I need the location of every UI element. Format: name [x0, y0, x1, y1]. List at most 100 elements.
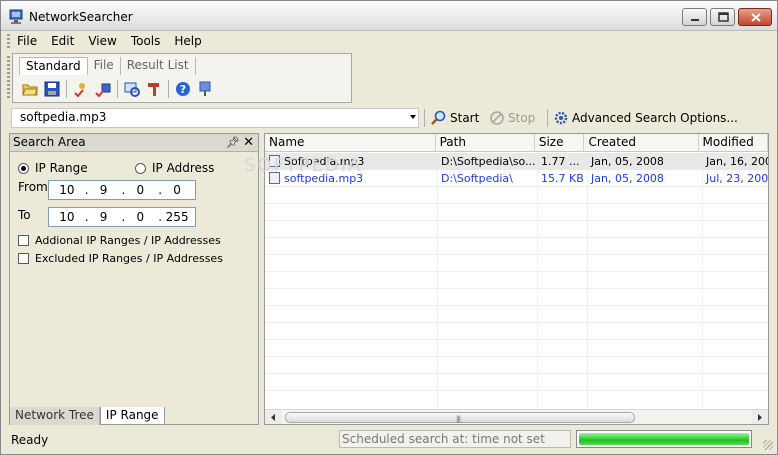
to-ip-octet-2[interactable]: 9: [86, 210, 122, 224]
scroll-right-button[interactable]: [752, 410, 768, 424]
excluded-ranges-check[interactable]: Excluded IP Ranges / IP Addresses: [18, 252, 223, 265]
column-path[interactable]: Path: [436, 134, 535, 152]
toolbar-grip[interactable]: [7, 56, 10, 100]
status-text: Ready: [11, 433, 49, 447]
radio-ip-range-button[interactable]: [18, 162, 29, 174]
column-name[interactable]: Name: [265, 134, 436, 152]
window-title: NetworkSearcher: [29, 10, 133, 24]
results-header: Name Path Size Created Modified: [265, 134, 768, 152]
menu-file[interactable]: File: [11, 32, 45, 50]
to-label: To: [18, 208, 31, 222]
hammer-icon: [148, 83, 159, 96]
tab-file[interactable]: File: [88, 57, 121, 75]
scheduled-search-field: Scheduled search at: time not set: [339, 430, 571, 448]
toolbar-buttons: ?: [19, 78, 216, 100]
menu-help[interactable]: Help: [168, 32, 209, 50]
from-ip-field[interactable]: 10. 9. 0. 0: [48, 180, 196, 200]
row-modified: Jan, 16, 2007: [706, 155, 768, 168]
search-row: softpedia.mp3 Start Stop Advanced Search…: [11, 106, 769, 130]
from-ip-octet-1[interactable]: 10: [49, 183, 85, 197]
maximize-button[interactable]: [710, 8, 735, 26]
from-label: From: [18, 180, 48, 194]
menu-view[interactable]: View: [82, 32, 124, 50]
results-list: Name Path Size Created Modified Softpedi…: [264, 133, 769, 425]
from-ip-octet-3[interactable]: 0: [123, 183, 159, 197]
row-path: D:\Softpedia\: [441, 172, 513, 185]
to-ip-octet-3[interactable]: 0: [123, 210, 159, 224]
row-name: softpedia.mp3: [284, 172, 364, 185]
chevron-left-icon: [271, 414, 275, 421]
from-ip-octet-4[interactable]: 0: [159, 183, 195, 197]
status-bar: Ready Scheduled search at: time not set: [1, 427, 777, 454]
scrollbar-thumb[interactable]: |||: [285, 412, 635, 423]
save-icon: [44, 81, 60, 97]
search-input[interactable]: softpedia.mp3: [11, 108, 419, 128]
column-created[interactable]: Created: [584, 134, 699, 152]
search-query: softpedia.mp3: [20, 110, 107, 124]
app-window: NetworkSearcher File Edit View Tools Hel…: [0, 0, 778, 455]
search-area-panel: Search Area 📌︎ ✕ IP Range IP Address Fro…: [9, 133, 259, 425]
close-button[interactable]: [738, 8, 772, 26]
tab-result-list[interactable]: Result List: [121, 57, 196, 75]
progress-fill: [579, 433, 749, 445]
toolbar-separator: [117, 80, 118, 98]
to-ip-octet-4[interactable]: 255: [159, 210, 195, 224]
tab-network-tree[interactable]: Network Tree: [10, 407, 100, 425]
column-modified[interactable]: Modified: [699, 134, 768, 152]
toolbar-panel: Standard File Result List ?: [12, 53, 352, 103]
tools-button[interactable]: [143, 78, 165, 100]
menu-bar: File Edit View Tools Help: [11, 32, 210, 52]
additional-ranges-checkbox[interactable]: [18, 235, 29, 246]
menubar-grip[interactable]: [7, 34, 10, 50]
radio-ip-address[interactable]: IP Address: [135, 161, 214, 175]
pin-button[interactable]: [194, 78, 216, 100]
open-button[interactable]: [19, 78, 41, 100]
pin-icon: [199, 81, 211, 96]
from-ip-octet-2[interactable]: 9: [86, 183, 122, 197]
minimize-button[interactable]: [682, 8, 707, 26]
search-area-tabs: Network Tree IP Range: [10, 407, 165, 425]
excluded-ranges-label: Excluded IP Ranges / IP Addresses: [35, 252, 223, 265]
radio-ip-range[interactable]: IP Range: [18, 161, 88, 175]
additional-ranges-check[interactable]: Addional IP Ranges / IP Addresses: [18, 234, 221, 247]
menu-edit[interactable]: Edit: [45, 32, 82, 50]
tab-ip-range[interactable]: IP Range: [99, 407, 165, 425]
save-button[interactable]: [41, 78, 63, 100]
table-row[interactable]: softpedia.mp3 D:\Softpedia\ 15.7 KB Jan,…: [265, 170, 768, 187]
start-button[interactable]: Start: [431, 108, 479, 128]
table-row[interactable]: Softpedia.mp3 D:\Softpedia\so... 1.77 ..…: [265, 153, 768, 170]
check-users-button[interactable]: [70, 78, 92, 100]
horizontal-scrollbar[interactable]: |||: [265, 409, 768, 424]
file-icon: [269, 172, 280, 184]
app-icon: [9, 9, 23, 24]
search-area-title: Search Area: [13, 135, 86, 149]
menu-tools[interactable]: Tools: [125, 32, 169, 50]
column-size[interactable]: Size: [535, 134, 585, 152]
chevron-down-icon[interactable]: [410, 115, 416, 119]
open-folder-icon: [22, 84, 38, 96]
row-modified: Jul, 23, 2007: [706, 172, 768, 185]
close-panel-icon[interactable]: ✕: [243, 135, 254, 150]
progress-bar: [576, 430, 752, 448]
gear-icon: [554, 111, 568, 125]
tab-standard[interactable]: Standard: [19, 57, 88, 75]
svg-text:?: ?: [180, 83, 186, 96]
radio-ip-address-button[interactable]: [135, 162, 146, 174]
advanced-search-button[interactable]: Advanced Search Options...: [553, 108, 738, 128]
export-users-button[interactable]: [92, 78, 114, 100]
search-separator: [424, 109, 425, 127]
to-ip-octet-1[interactable]: 10: [49, 210, 85, 224]
search-area-header: Search Area 📌︎ ✕: [10, 134, 258, 152]
additional-ranges-label: Addional IP Ranges / IP Addresses: [35, 234, 221, 247]
refresh-scan-button[interactable]: [121, 78, 143, 100]
check-users-icon: [74, 83, 85, 97]
scroll-left-button[interactable]: [265, 410, 281, 424]
pin-panel-icon[interactable]: 📌︎: [226, 136, 240, 149]
radio-ip-range-label: IP Range: [35, 161, 88, 175]
excluded-ranges-checkbox[interactable]: [18, 253, 29, 264]
stop-button[interactable]: Stop: [489, 108, 535, 128]
help-button[interactable]: ?: [172, 78, 194, 100]
resize-grip[interactable]: [763, 440, 773, 450]
to-ip-field[interactable]: 10. 9. 0. 255: [48, 207, 196, 227]
row-size: 1.77 ...: [541, 155, 580, 168]
